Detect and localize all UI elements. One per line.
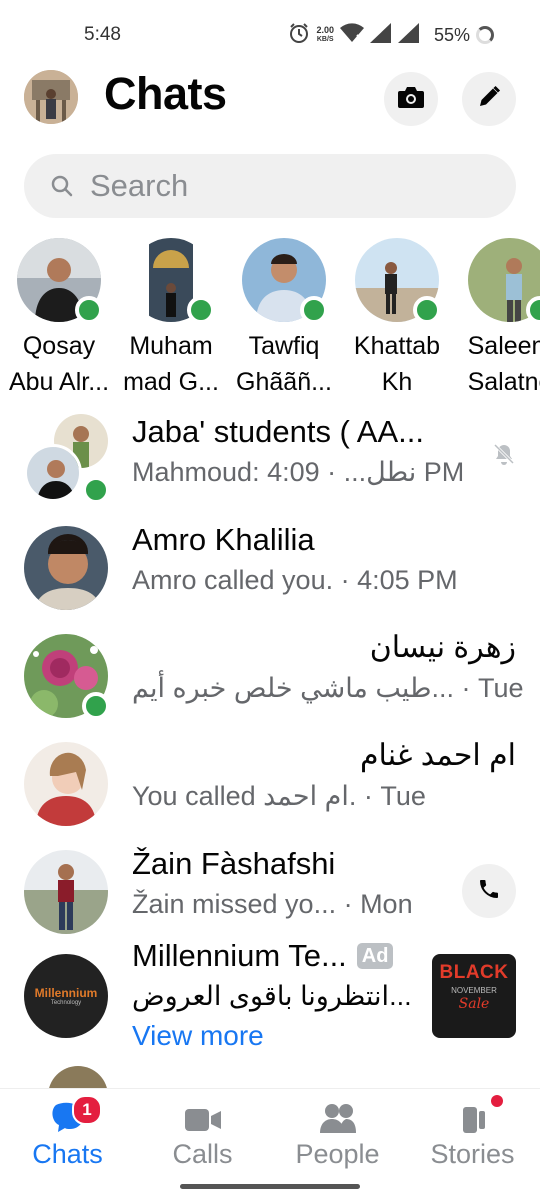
- avatar: [24, 634, 110, 720]
- advertiser-avatar: Millennium Technology: [24, 954, 108, 1038]
- active-user[interactable]: Tawfiq Ghããñ...: [228, 236, 340, 396]
- page-title: Chats: [104, 68, 227, 119]
- online-indicator: [300, 296, 328, 324]
- active-user[interactable]: Qosay Abu Alr...: [3, 236, 115, 396]
- chat-name: Jaba' students ( AA...: [132, 414, 424, 449]
- active-user-name: Muham: [129, 332, 213, 360]
- avatar: [468, 238, 540, 324]
- chat-preview: Amro called you. · 4:05 PM: [132, 565, 458, 595]
- avatar: [355, 238, 441, 324]
- stories-icon: [453, 1101, 493, 1137]
- chat-row[interactable]: Jaba' students ( AA... Mahmoud: نطل... ·…: [0, 412, 540, 520]
- compose-button[interactable]: [462, 72, 516, 126]
- group-avatar: [24, 414, 110, 504]
- ad-badge: Ad: [356, 943, 394, 969]
- chat-preview: Mahmoud: نطل... · 4:09 PM: [132, 457, 465, 487]
- chat-row[interactable]: ام احمد غنام You called ام احمد. · Tue: [0, 736, 540, 844]
- header: Chats: [0, 66, 540, 130]
- video-camera-icon: [183, 1101, 223, 1137]
- chat-preview: You called ام احمد. · Tue: [132, 781, 426, 811]
- active-user[interactable]: Khattab Kh: [341, 236, 453, 396]
- view-more-link[interactable]: View more: [132, 1020, 264, 1052]
- advertiser-name: Millennium Te...: [132, 938, 347, 973]
- home-indicator[interactable]: [180, 1184, 360, 1189]
- signal-icon-1: [369, 22, 392, 48]
- tab-label: Chats: [32, 1139, 103, 1169]
- chat-name: Žain Fàshafshi: [132, 846, 336, 881]
- chat-name: Millennium Te... Ad: [132, 936, 394, 976]
- alarm-icon: [288, 22, 310, 49]
- camera-icon: [397, 85, 425, 114]
- profile-avatar[interactable]: [24, 70, 78, 124]
- search-bar[interactable]: [24, 154, 516, 218]
- wifi-icon: [339, 22, 364, 48]
- search-icon: [50, 174, 74, 203]
- ad-thumbnail-text: Sale: [458, 996, 490, 1012]
- signal-icon-2: [397, 22, 420, 48]
- tab-label: Calls: [172, 1139, 233, 1169]
- status-icons: 2.00 KB/S 55%: [288, 20, 494, 50]
- unread-badge: 1: [72, 1095, 102, 1125]
- status-time: 5:48: [84, 24, 121, 45]
- speed-unit: KB/S: [316, 36, 334, 43]
- active-user-name: Saleem: [467, 332, 540, 360]
- network-speed: 2.00 KB/S: [316, 26, 334, 44]
- tab-people[interactable]: People: [270, 1089, 405, 1185]
- advertiser-logo-subtext: Technology: [50, 1000, 82, 1006]
- sponsored-chat-row[interactable]: Millennium Technology Millennium Te... Ad…: [0, 936, 540, 1066]
- chat-name: زهرة نيسان: [369, 631, 516, 664]
- advertiser-logo-text: Millennium: [34, 986, 98, 1000]
- chat-row[interactable]: Amro Khalilia Amro called you. · 4:05 PM: [0, 520, 540, 628]
- avatar: [242, 238, 328, 324]
- active-user-name: Salatne: [467, 368, 540, 396]
- avatar: [24, 850, 108, 934]
- active-users-row: Qosay Abu Alr... Muham mad G... Tawfiq G…: [0, 236, 540, 396]
- next-chat-avatar-partial: [48, 1066, 108, 1090]
- ad-thumbnail-text: NOVEMBER: [451, 986, 497, 995]
- tab-label: Stories: [430, 1139, 515, 1169]
- active-user-name: Qosay: [22, 332, 96, 360]
- chat-name: Amro Khalilia: [132, 522, 315, 557]
- pencil-icon: [477, 85, 501, 114]
- avatar: [24, 526, 108, 610]
- active-user-name: mad G...: [123, 368, 219, 396]
- chat-name: ام احمد غنام: [359, 739, 516, 772]
- speed-value: 2.00: [316, 25, 334, 35]
- chat-row[interactable]: زهرة نيسان طيب ماشي خلص خبره أيم... · Tu…: [0, 628, 540, 736]
- online-indicator: [82, 692, 110, 720]
- active-user-name: Kh: [381, 368, 413, 396]
- tab-stories[interactable]: Stories: [405, 1089, 540, 1185]
- avatar: [24, 742, 108, 826]
- people-icon: [318, 1101, 358, 1137]
- search-input[interactable]: [90, 154, 490, 218]
- avatar: [17, 238, 103, 324]
- call-back-button[interactable]: [462, 864, 516, 918]
- phone-icon: [477, 877, 501, 906]
- active-user-name: Tawfiq: [248, 332, 320, 360]
- chat-preview: Žain missed yo... · Mon: [132, 889, 413, 919]
- chat-preview: طيب ماشي خلص خبره أيم... · Tue: [132, 673, 524, 703]
- ad-thumbnail[interactable]: BLACK NOVEMBER Sale: [432, 954, 516, 1038]
- online-indicator: [75, 296, 103, 324]
- battery-percent: 55%: [433, 24, 470, 45]
- battery-icon: [476, 26, 494, 44]
- tab-label: People: [295, 1139, 380, 1169]
- online-indicator: [82, 476, 110, 504]
- active-user-name: Khattab: [353, 332, 441, 360]
- camera-button[interactable]: [384, 72, 438, 126]
- active-user[interactable]: Saleem Salatne: [454, 236, 540, 396]
- status-bar: 5:48 2.00 KB/S 55%: [0, 0, 540, 70]
- active-user-name: Abu Alr...: [8, 368, 110, 396]
- online-indicator: [413, 296, 441, 324]
- ad-thumbnail-text: BLACK: [439, 962, 509, 983]
- tab-chats[interactable]: 1 Chats: [0, 1089, 135, 1185]
- active-user[interactable]: Muham mad G...: [115, 236, 227, 396]
- new-stories-dot: [491, 1095, 503, 1107]
- ad-preview: انتظرونا باقوى العروض...: [132, 981, 412, 1011]
- online-indicator: [187, 296, 215, 324]
- muted-bell-icon: [492, 442, 516, 471]
- avatar: [129, 238, 215, 324]
- active-user-name: Ghããñ...: [236, 368, 332, 396]
- tab-calls[interactable]: Calls: [135, 1089, 270, 1185]
